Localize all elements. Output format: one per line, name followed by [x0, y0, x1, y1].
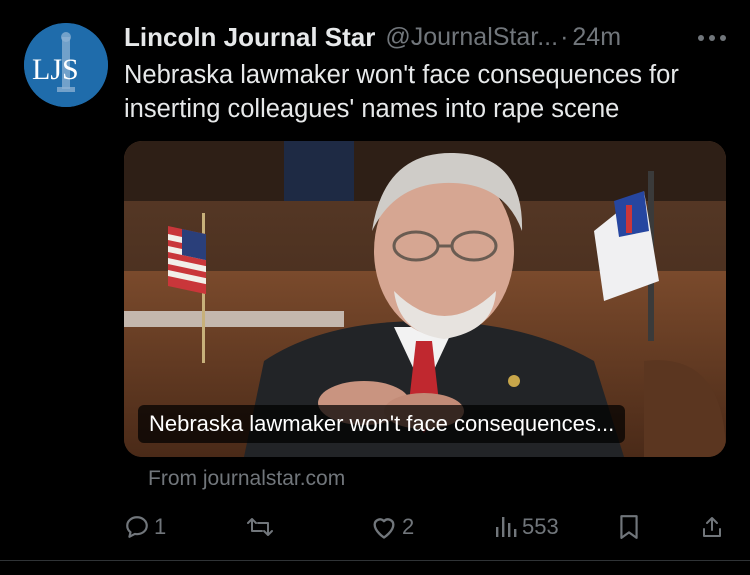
- reply-count: 1: [154, 514, 167, 539]
- bookmark-icon: [620, 515, 638, 539]
- card-source[interactable]: From journalstar.com: [148, 467, 345, 491]
- views-chart-icon: [496, 517, 517, 537]
- share-icon: [703, 517, 721, 537]
- author-handle[interactable]: @JournalStar...: [385, 23, 558, 52]
- share-button[interactable]: [700, 510, 724, 544]
- reply-button[interactable]: 1: [124, 510, 166, 544]
- like-button[interactable]: 2: [370, 510, 414, 544]
- action-bar: 1 2 553: [124, 510, 728, 544]
- journal-star-logo: LJS: [24, 23, 108, 107]
- like-count: 2: [402, 514, 415, 539]
- avatar-logo-letters: LJS: [32, 53, 79, 86]
- separator-dot: ·: [560, 22, 569, 51]
- views-button[interactable]: 553: [494, 510, 559, 544]
- reply-icon: [126, 516, 148, 538]
- more-icon[interactable]: [694, 24, 730, 52]
- post-time[interactable]: 24m: [572, 23, 621, 52]
- author-name[interactable]: Lincoln Journal Star: [124, 22, 375, 53]
- repost-icon: [247, 518, 273, 536]
- views-count: 553: [522, 514, 559, 539]
- post-header: Lincoln Journal Star @JournalStar... · 2…: [124, 20, 730, 54]
- heart-icon: [373, 518, 395, 539]
- post-divider: [0, 560, 750, 561]
- post-text: Nebraska lawmaker won't face consequence…: [124, 61, 679, 123]
- card-caption: Nebraska lawmaker won't face consequence…: [138, 405, 626, 443]
- repost-button[interactable]: [246, 510, 278, 544]
- bookmark-button[interactable]: [618, 510, 640, 544]
- link-card[interactable]: Nebraska lawmaker won't face consequence…: [124, 141, 726, 457]
- author-avatar[interactable]: LJS: [24, 23, 108, 107]
